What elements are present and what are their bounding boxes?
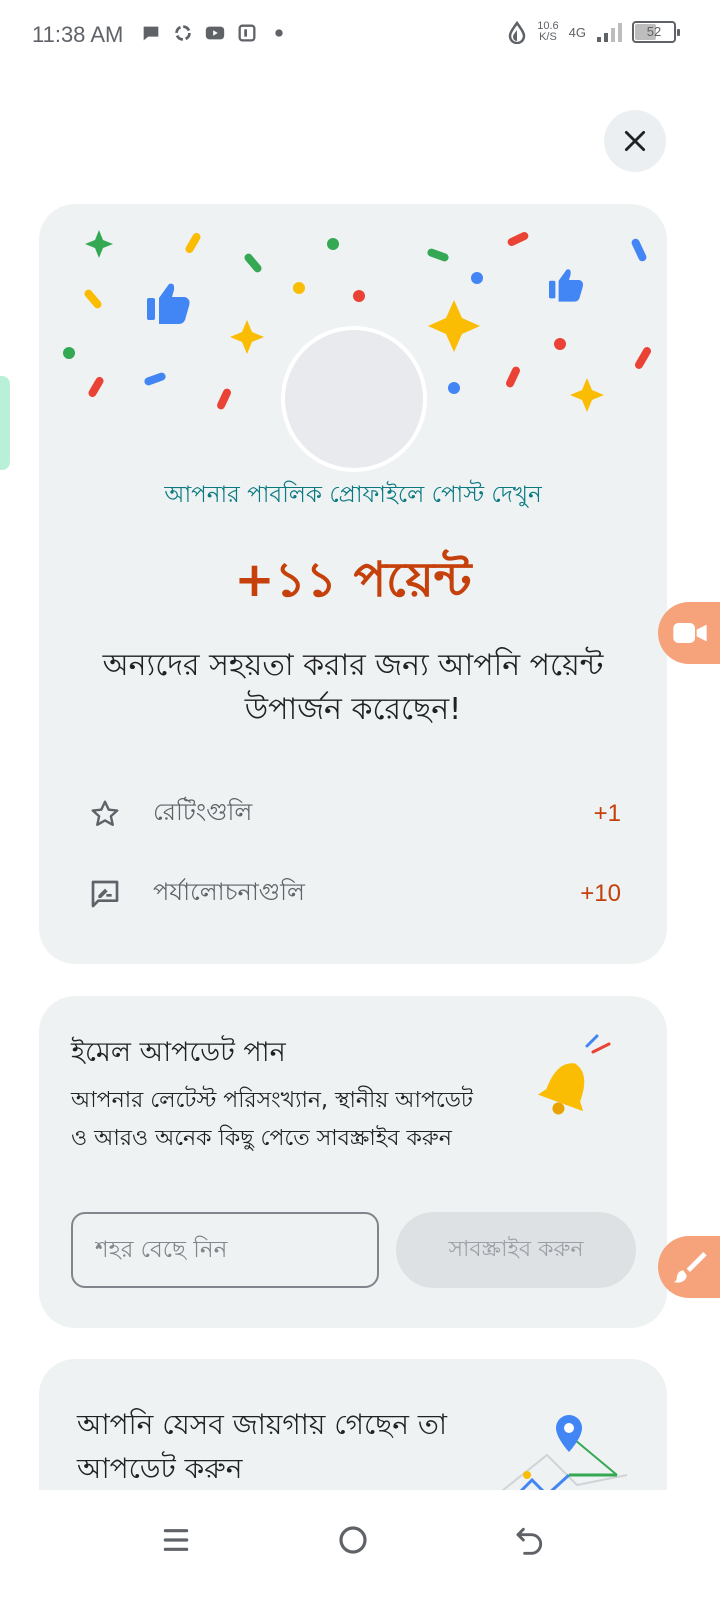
data-saver-icon (508, 20, 526, 44)
dot-icon (275, 29, 283, 37)
back-button[interactable] (500, 1510, 560, 1570)
ratings-points: +1 (593, 800, 621, 827)
system-nav-bar (0, 1490, 720, 1600)
points-row-reviews: পর্যালোচনাগুলি +10 (85, 868, 621, 920)
battery-indicator: 52 (632, 21, 680, 43)
reviews-label: পর্যালোচনাগুলি (153, 878, 305, 906)
places-card-title: আপনি যেসব জায়গায় গেছেন তা আপডেট করুন (77, 1408, 447, 1485)
chat-icon (143, 26, 159, 41)
close-icon (624, 130, 646, 152)
net-speed-unit: K/S (539, 31, 557, 43)
status-right: 10.6 K/S 4G 52 (507, 20, 680, 44)
public-profile-link[interactable]: আপনার পাবলিক প্রোফাইলে পোস্ট দেখুন (39, 476, 667, 515)
back-icon (516, 1527, 543, 1555)
subscribe-button[interactable]: সাবস্ক্রাইব করুন (396, 1212, 636, 1288)
battery-percent: 52 (646, 24, 662, 39)
avatar (281, 326, 427, 472)
sync-icon (175, 25, 191, 41)
points-row-ratings: রেটিংগুলি +1 (85, 788, 621, 840)
email-card-title: ইমেল আপডেট পান (71, 1037, 286, 1068)
edge-panel-handle[interactable] (0, 376, 10, 470)
email-card-description: আপনার লেটেস্ট পরিসংখ্যান, স্থানীয় আপডেট… (71, 1088, 473, 1151)
news-icon (238, 24, 256, 42)
video-icon (673, 623, 707, 643)
reviews-points: +10 (580, 880, 621, 907)
youtube-icon (205, 26, 225, 40)
points-earned: +১১ পয়েন্ট (234, 552, 472, 608)
email-updates-card: ইমেল আপডেট পান আপনার লেটেস্ট পরিসংখ্যান,… (39, 996, 667, 1328)
review-icon (85, 874, 125, 914)
recents-button[interactable] (146, 1510, 206, 1570)
bell-icon (537, 1034, 611, 1115)
brush-bubble[interactable] (658, 1236, 720, 1298)
points-card: আপনার পাবলিক প্রোফাইলে পোস্ট দেখুন +১১ প… (39, 204, 667, 964)
network-type: 4G (568, 24, 586, 40)
ratings-label: রেটিংগুলি (153, 798, 253, 826)
brush-icon (673, 1252, 707, 1283)
home-icon (339, 1526, 367, 1554)
star-outline-icon (85, 794, 125, 834)
signal-icon (597, 23, 622, 42)
notification-icons (140, 22, 290, 44)
close-button[interactable] (604, 110, 666, 172)
status-time: 11:38 AM (32, 22, 124, 47)
screen-record-bubble[interactable] (658, 602, 720, 664)
network-speed: 10.6 K/S (537, 21, 558, 43)
status-bar: 11:38 AM 10.6 K/S 4G 52 (0, 0, 720, 72)
home-button[interactable] (323, 1510, 383, 1570)
earned-message: অন্যদের সহয়তা করার জন্য আপনি পয়েন্ট উপ… (102, 648, 604, 727)
city-select-input[interactable] (71, 1212, 379, 1288)
recents-icon (163, 1529, 189, 1551)
